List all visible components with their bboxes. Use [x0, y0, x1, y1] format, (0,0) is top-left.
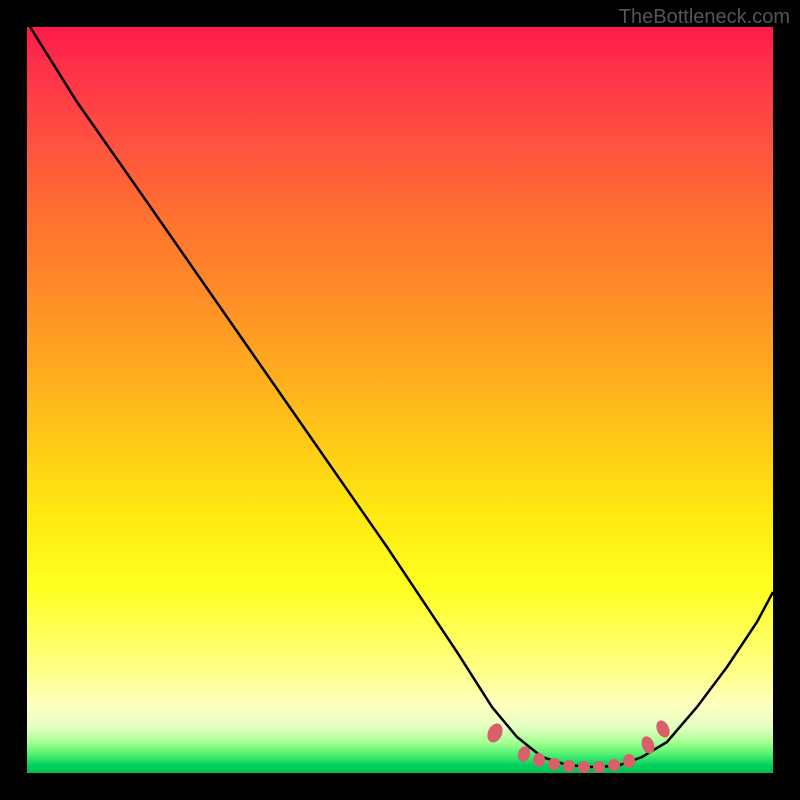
bottleneck-curve-line	[27, 27, 773, 767]
data-marker	[533, 753, 545, 767]
data-marker	[608, 759, 620, 771]
watermark-text: TheBottleneck.com	[619, 6, 790, 29]
chart-svg	[27, 27, 773, 773]
data-marker	[639, 734, 656, 755]
plot-area	[27, 27, 773, 773]
data-marker	[563, 760, 575, 772]
data-marker	[578, 761, 590, 773]
data-marker	[484, 721, 505, 745]
data-marker	[548, 758, 560, 770]
data-marker	[593, 761, 605, 773]
data-marker	[623, 754, 635, 768]
data-marker	[654, 718, 672, 739]
